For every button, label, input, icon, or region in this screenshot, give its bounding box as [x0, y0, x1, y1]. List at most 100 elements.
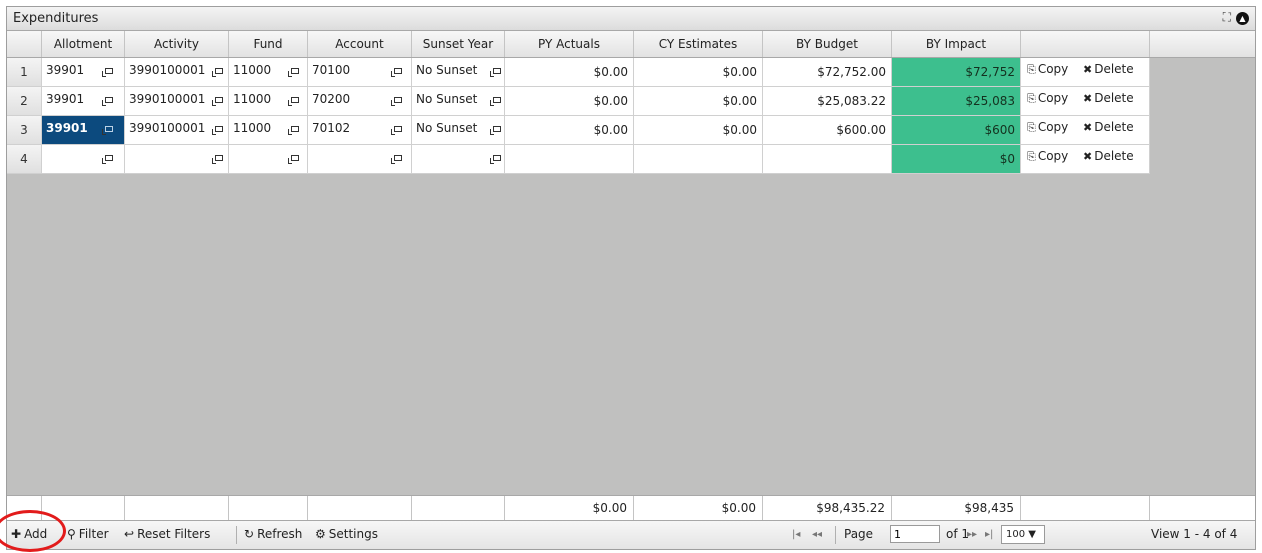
lookup-icon[interactable]: [288, 68, 299, 77]
copy-button[interactable]: ⎘ Copy: [1027, 149, 1068, 164]
first-page-icon[interactable]: |◂: [792, 529, 800, 540]
cy-estimates-cell[interactable]: $0.00: [634, 116, 763, 145]
delete-button[interactable]: ✖ Delete: [1083, 149, 1134, 163]
sunset-year-cell[interactable]: No Sunset: [412, 87, 505, 116]
lookup-icon[interactable]: [391, 155, 402, 164]
collapse-circle-icon[interactable]: ▲: [1236, 12, 1249, 25]
delete-x-icon: ✖: [1083, 150, 1093, 163]
actions-cell[interactable]: ⎘ Copy ✖ Delete: [1021, 87, 1150, 116]
add-button[interactable]: ✚ Add: [11, 527, 47, 541]
allotment-cell[interactable]: 39901: [42, 87, 125, 116]
py-actuals-cell[interactable]: [505, 145, 634, 174]
actions-cell[interactable]: ⎘ Copy ✖ Delete: [1021, 116, 1150, 145]
lookup-icon[interactable]: [102, 126, 113, 135]
py-actuals-cell[interactable]: $0.00: [505, 116, 634, 145]
allotment-cell[interactable]: 39901: [42, 58, 125, 87]
allotment-cell[interactable]: 39901: [42, 116, 125, 145]
activity-cell[interactable]: 3990100001: [125, 87, 229, 116]
fund-cell[interactable]: [229, 145, 308, 174]
sunset-year-cell[interactable]: No Sunset: [412, 116, 505, 145]
by-budget-cell[interactable]: $25,083.22: [763, 87, 892, 116]
by-budget-cell[interactable]: $600.00: [763, 116, 892, 145]
lookup-icon[interactable]: [102, 97, 113, 106]
cy-estimates-cell[interactable]: $0.00: [634, 58, 763, 87]
lookup-icon[interactable]: [490, 68, 501, 77]
sunset-year-cell[interactable]: No Sunset: [412, 58, 505, 87]
settings-button[interactable]: ⚙ Settings: [315, 527, 378, 541]
fund-cell[interactable]: 11000: [229, 116, 308, 145]
header-by-impact[interactable]: BY Impact: [892, 31, 1021, 57]
lookup-icon[interactable]: [288, 97, 299, 106]
lookup-icon[interactable]: [391, 97, 402, 106]
table-row[interactable]: 2 39901 3990100001 11000 70200 No Sunset $0.00…: [7, 87, 1150, 116]
table-row[interactable]: 1 39901 3990100001 11000 70100 No Sunset $0.00…: [7, 58, 1150, 87]
fund-cell[interactable]: 11000: [229, 58, 308, 87]
filter-button[interactable]: ⚲ Filter: [67, 527, 109, 541]
copy-button[interactable]: ⎘ Copy: [1027, 62, 1068, 77]
account-cell[interactable]: [308, 145, 412, 174]
table-row[interactable]: 4 $0 ⎘ Copy ✖ Delete: [7, 145, 1150, 174]
totals-cell: [308, 496, 412, 521]
panel-titlebar: Expenditures ⛶ ▲: [7, 7, 1255, 31]
lookup-icon[interactable]: [391, 126, 402, 135]
by-impact-cell[interactable]: $0: [892, 145, 1021, 174]
py-actuals-cell[interactable]: $0.00: [505, 58, 634, 87]
py-actuals-cell[interactable]: $0.00: [505, 87, 634, 116]
actions-cell[interactable]: ⎘ Copy ✖ Delete: [1021, 145, 1150, 174]
fund-cell[interactable]: 11000: [229, 87, 308, 116]
toolbar-separator: [236, 526, 237, 544]
last-page-icon[interactable]: ▸|: [985, 529, 993, 540]
lookup-icon[interactable]: [490, 126, 501, 135]
header-fund[interactable]: Fund: [229, 31, 308, 57]
header-sunset-year[interactable]: Sunset Year: [412, 31, 505, 57]
lookup-icon[interactable]: [102, 155, 113, 164]
activity-cell[interactable]: [125, 145, 229, 174]
lookup-icon[interactable]: [490, 97, 501, 106]
rows-per-page-select[interactable]: 100 ▼: [1001, 525, 1045, 544]
refresh-button[interactable]: ↻ Refresh: [244, 527, 302, 541]
header-activity[interactable]: Activity: [125, 31, 229, 57]
account-cell[interactable]: 70200: [308, 87, 412, 116]
activity-cell[interactable]: 3990100001: [125, 116, 229, 145]
delete-button[interactable]: ✖ Delete: [1083, 120, 1134, 134]
cy-estimates-cell[interactable]: [634, 145, 763, 174]
delete-button[interactable]: ✖ Delete: [1083, 91, 1134, 105]
delete-button[interactable]: ✖ Delete: [1083, 62, 1134, 76]
by-budget-cell[interactable]: $72,752.00: [763, 58, 892, 87]
lookup-icon[interactable]: [212, 155, 223, 164]
page-number-input[interactable]: [890, 525, 940, 543]
table-row[interactable]: 3 39901 3990100001 11000 70102 No Sunset $0.00…: [7, 116, 1150, 145]
header-allotment[interactable]: Allotment: [42, 31, 125, 57]
cy-estimates-cell[interactable]: $0.00: [634, 87, 763, 116]
account-cell-value: 70100: [312, 63, 351, 77]
account-cell[interactable]: 70100: [308, 58, 412, 87]
lookup-icon[interactable]: [212, 97, 223, 106]
reset-filters-button[interactable]: ↩ Reset Filters: [124, 527, 210, 541]
lookup-icon[interactable]: [212, 68, 223, 77]
activity-cell[interactable]: 3990100001: [125, 58, 229, 87]
header-by-budget[interactable]: BY Budget: [763, 31, 892, 57]
lookup-icon[interactable]: [391, 68, 402, 77]
by-impact-cell[interactable]: $72,752: [892, 58, 1021, 87]
by-impact-cell[interactable]: $25,083: [892, 87, 1021, 116]
by-impact-cell[interactable]: $600: [892, 116, 1021, 145]
allotment-cell[interactable]: [42, 145, 125, 174]
header-account[interactable]: Account: [308, 31, 412, 57]
lookup-icon[interactable]: [288, 126, 299, 135]
expand-icon[interactable]: ⛶: [1223, 10, 1231, 25]
lookup-icon[interactable]: [490, 155, 501, 164]
sunset-year-cell[interactable]: [412, 145, 505, 174]
lookup-icon[interactable]: [288, 155, 299, 164]
account-cell[interactable]: 70102: [308, 116, 412, 145]
lookup-icon[interactable]: [102, 68, 113, 77]
lookup-icon[interactable]: [212, 126, 223, 135]
copy-button[interactable]: ⎘ Copy: [1027, 91, 1068, 106]
actions-cell[interactable]: ⎘ Copy ✖ Delete: [1021, 58, 1150, 87]
header-cy-estimates[interactable]: CY Estimates: [634, 31, 763, 57]
by-budget-cell[interactable]: [763, 145, 892, 174]
copy-button[interactable]: ⎘ Copy: [1027, 120, 1068, 135]
header-py-actuals[interactable]: PY Actuals: [505, 31, 634, 57]
prev-page-icon[interactable]: ◂◂: [812, 529, 822, 540]
by-budget-cell-value: $25,083.22: [817, 94, 886, 108]
next-page-icon[interactable]: ▸▸: [967, 529, 977, 540]
